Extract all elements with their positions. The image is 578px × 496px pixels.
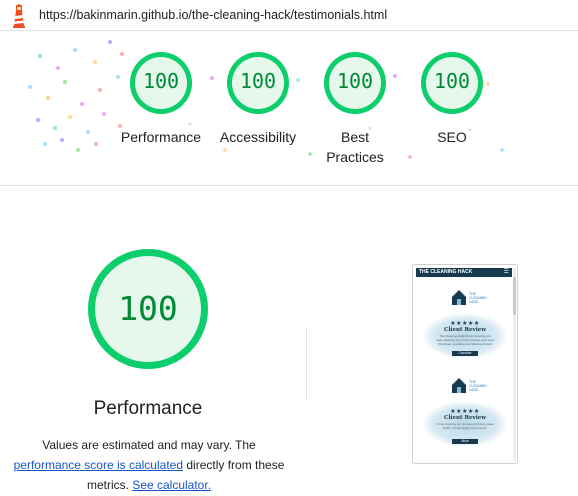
performance-gauge: 100 (88, 249, 208, 369)
performance-score: 100 (118, 289, 178, 328)
review-text: A true cleaning pro to come and get a gr… (436, 422, 494, 430)
gauge-label: Best Practices (326, 129, 384, 165)
review-card: ★★★★★ Client Review The Cleaning Hack di… (424, 314, 506, 358)
gauge-seo[interactable]: 100 SEO (404, 52, 500, 147)
site-navbar: THE CLEANING HACK ☰ (416, 268, 512, 277)
performance-title: Performance (93, 398, 203, 419)
score-calculation-link[interactable]: performance score is calculated (14, 458, 183, 472)
site-title: THE CLEANING HACK (419, 269, 473, 275)
desc-text-1: Values are estimated and may vary. The (42, 438, 256, 452)
score-value: 100 (433, 69, 471, 93)
score-value: 100 (239, 69, 277, 93)
reviewer-name: Alice (452, 439, 478, 444)
score-ring: 100 (324, 52, 386, 114)
gauge-label: Accessibility (219, 129, 297, 145)
svg-text:HACK: HACK (469, 300, 479, 304)
gauge-accessibility[interactable]: 100 Accessibility (210, 52, 306, 147)
gauge-performance[interactable]: 100 Performance (113, 52, 209, 147)
screenshot-page: THE CLEANING HACK ☰ THE CLEANING HACK ★★… (416, 268, 512, 461)
performance-description: Values are estimated and may vary. The p… (0, 435, 298, 495)
score-value: 100 (336, 69, 374, 93)
svg-text:HACK: HACK (469, 388, 479, 392)
score-ring: 100 (227, 52, 289, 114)
house-icon: THE CLEANING HACK (452, 378, 487, 393)
score-value: 100 (142, 69, 180, 93)
star-rating: ★★★★★ (450, 409, 480, 415)
see-calculator-link[interactable]: See calculator. (132, 478, 211, 492)
review-text: The Cleaning Hack did an amazing job dee… (436, 334, 494, 346)
gauge-best-practices[interactable]: 100 Best Practices (307, 52, 403, 167)
url-bar: https://bakinmarin.github.io/the-cleanin… (0, 0, 578, 31)
score-ring: 100 (421, 52, 483, 114)
thumbnail-scroll-thumb (513, 277, 516, 315)
hamburger-icon: ☰ (503, 269, 509, 275)
star-rating: ★★★★★ (450, 321, 480, 327)
lighthouse-icon (13, 4, 25, 28)
review-title: Client Review (443, 327, 487, 333)
section-divider (306, 327, 307, 399)
review-title: Client Review (443, 415, 487, 421)
final-screenshot-thumbnail[interactable]: THE CLEANING HACK ☰ THE CLEANING HACK ★★… (412, 264, 518, 464)
review-card: ★★★★★ Client Review A true cleaning pro … (424, 402, 506, 446)
scores-summary: 100 Performance 100 Accessibility 100 Be… (0, 32, 578, 186)
reviewer-name: Caroline (452, 351, 478, 356)
gauge-label: SEO (437, 129, 467, 145)
score-ring: 100 (130, 52, 192, 114)
gauge-label: Performance (120, 129, 202, 145)
page-url[interactable]: https://bakinmarin.github.io/the-cleanin… (39, 8, 387, 22)
house-icon: THE CLEANING HACK (452, 290, 487, 305)
